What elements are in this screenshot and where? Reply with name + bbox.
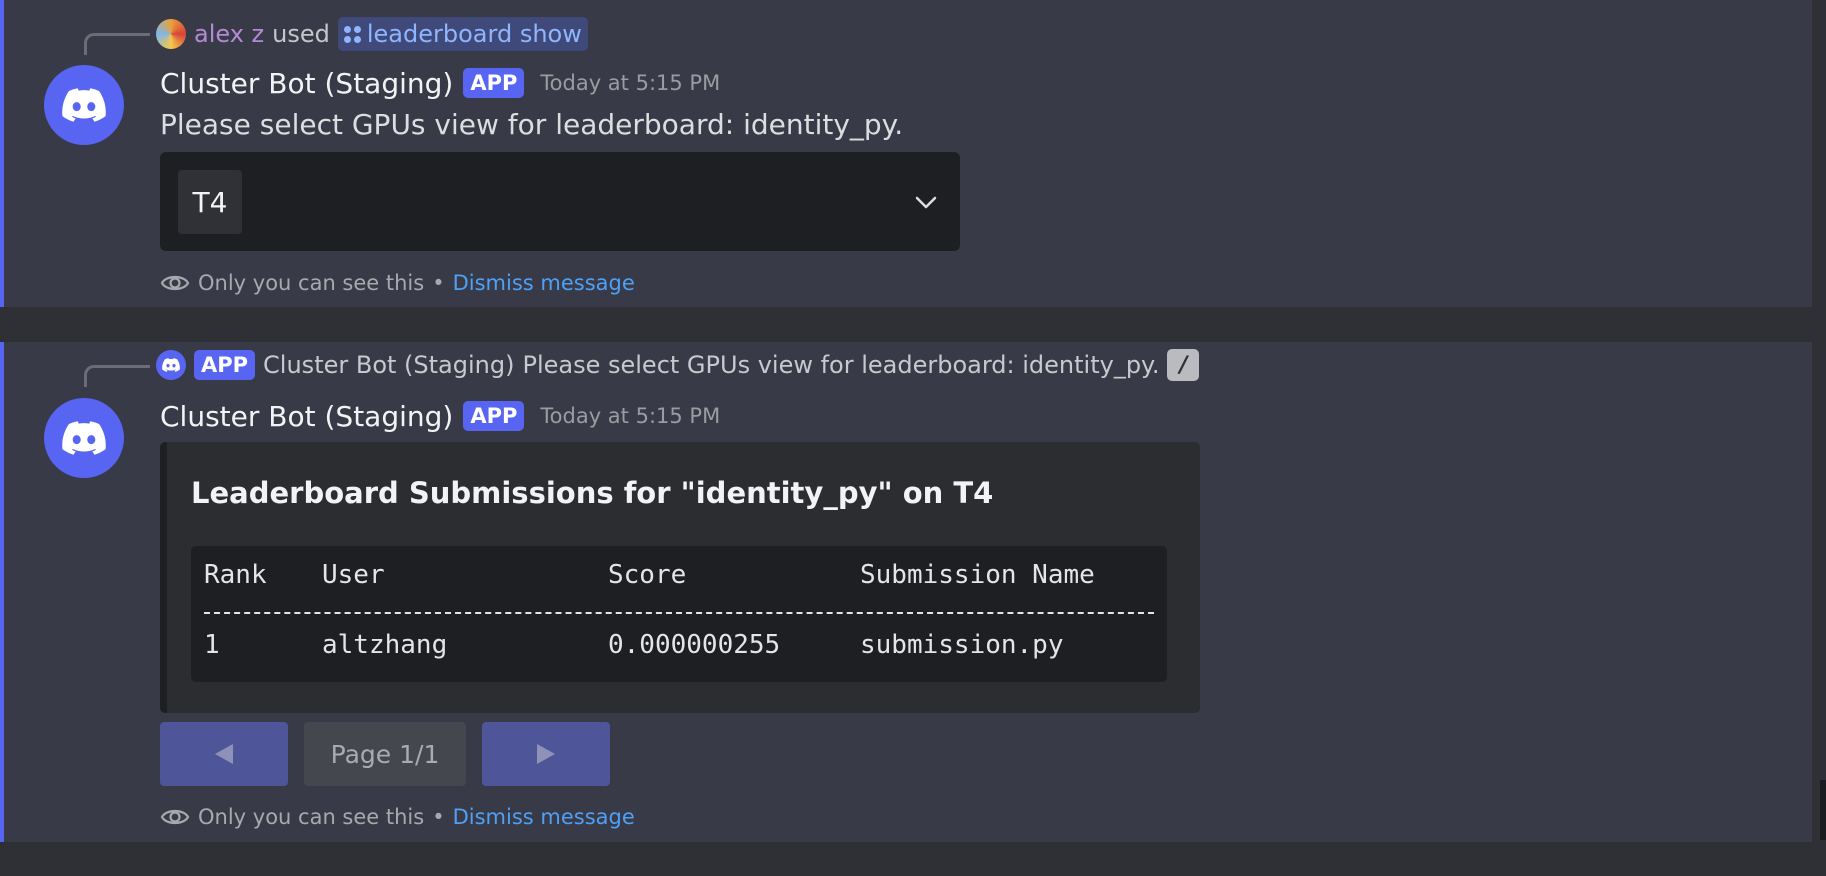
reply-author[interactable]: Cluster Bot (Staging) — [263, 351, 514, 379]
dismiss-message-link[interactable]: Dismiss message — [453, 805, 635, 829]
header-user: User — [322, 560, 385, 590]
app-badge: APP — [463, 68, 525, 98]
cell-rank: 1 — [204, 630, 220, 660]
bot-avatar[interactable] — [44, 65, 124, 145]
header-submission-name: Submission Name — [860, 560, 1095, 590]
discord-logo-icon — [62, 88, 106, 122]
table-divider — [204, 612, 1154, 616]
slash-icon: / — [1167, 349, 1200, 381]
message-leaderboard-results: APP Cluster Bot (Staging) Please select … — [0, 342, 1812, 842]
author-name[interactable]: Cluster Bot (Staging) — [160, 67, 453, 100]
leaderboard-embed: Leaderboard Submissions for "identity_py… — [160, 442, 1200, 713]
discord-logo-icon — [162, 358, 180, 372]
leaderboard-table: Rank User Score Submission Name 1 altzha… — [191, 546, 1167, 682]
selected-gpu-option: T4 — [178, 170, 242, 234]
table-header-row: Rank User Score Submission Name — [204, 560, 1154, 596]
ephemeral-notice: Only you can see this • Dismiss message — [160, 267, 635, 299]
reply-used-text: used — [272, 20, 330, 48]
embed-title: Leaderboard Submissions for "identity_py… — [191, 476, 994, 510]
eye-icon — [160, 275, 190, 291]
timestamp[interactable]: Today at 5:15 PM — [540, 71, 720, 95]
triangle-right-icon — [537, 744, 555, 764]
ephemeral-text: Only you can see this — [198, 271, 425, 295]
user-avatar-icon[interactable] — [156, 19, 186, 49]
reply-connector — [84, 33, 150, 55]
cell-submission-name: submission.py — [860, 630, 1064, 660]
gpu-select-dropdown[interactable]: T4 — [160, 152, 960, 251]
ephemeral-notice: Only you can see this • Dismiss message — [160, 801, 635, 833]
ephemeral-text: Only you can see this — [198, 805, 425, 829]
reply-text[interactable]: Please select GPUs view for leaderboard:… — [522, 351, 1159, 379]
separator-dot: • — [432, 271, 445, 295]
triangle-left-icon — [215, 744, 233, 764]
message-header: Cluster Bot (Staging) APP Today at 5:15 … — [160, 63, 720, 103]
table-row: 1 altzhang 0.000000255 submission.py — [204, 630, 1154, 666]
reply-context: alex z used leaderboard show — [156, 17, 588, 51]
message-leaderboard-select: alex z used leaderboard show Cluster Bot… — [0, 0, 1812, 307]
timestamp[interactable]: Today at 5:15 PM — [540, 404, 720, 428]
cell-user: altzhang — [322, 630, 448, 660]
separator-dot: • — [432, 805, 445, 829]
author-name[interactable]: Cluster Bot (Staging) — [160, 400, 453, 433]
page-indicator-button[interactable]: Page 1/1 — [304, 722, 466, 786]
command-name: leaderboard show — [366, 20, 582, 48]
dismiss-message-link[interactable]: Dismiss message — [453, 271, 635, 295]
bot-avatar[interactable] — [44, 398, 124, 478]
reply-app-badge: APP — [194, 350, 256, 380]
app-badge: APP — [463, 401, 525, 431]
next-page-button[interactable] — [482, 722, 610, 786]
cell-score: 0.000000255 — [608, 630, 781, 660]
header-rank: Rank — [204, 560, 267, 590]
slash-command-icon — [343, 25, 361, 43]
header-score: Score — [608, 560, 687, 590]
bot-mini-avatar-icon[interactable] — [156, 350, 186, 380]
discord-logo-icon — [62, 421, 106, 455]
previous-page-button[interactable] — [160, 722, 288, 786]
scrollbar-thumb[interactable] — [1820, 780, 1826, 840]
message-text: Please select GPUs view for leaderboard:… — [160, 108, 904, 141]
reply-connector — [84, 365, 150, 387]
message-header: Cluster Bot (Staging) APP Today at 5:15 … — [160, 396, 720, 436]
chevron-down-icon — [915, 196, 937, 209]
eye-icon — [160, 809, 190, 825]
command-mention[interactable]: leaderboard show — [337, 17, 588, 51]
reply-context: APP Cluster Bot (Staging) Please select … — [156, 348, 1200, 382]
reply-user-name[interactable]: alex z — [194, 20, 264, 48]
